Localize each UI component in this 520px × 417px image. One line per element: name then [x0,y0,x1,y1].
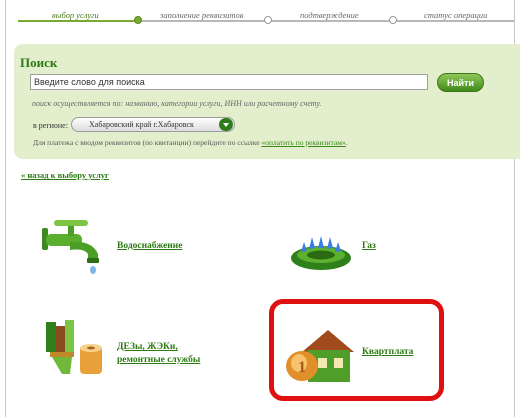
step-dot-3 [389,16,397,24]
region-select[interactable]: Хабаровский край г.Хабаровск [71,117,235,132]
requisites-hint-end: . [345,138,348,147]
service-dez-label-line2: ремонтные службы [117,355,201,365]
chevron-down-icon[interactable] [219,118,233,131]
step-label-select-service: выбор услуги [52,10,99,20]
requisites-hint-text: Для платежа с вводом реквизитов (по квит… [33,138,260,147]
back-to-services-link[interactable]: « назад к выбору услуг [21,170,109,180]
search-title: Поиск [20,55,58,70]
repair-tools-icon[interactable] [42,316,108,378]
steps-line-active [18,20,138,22]
faucet-icon[interactable] [40,218,112,278]
service-water-link[interactable]: Водоснабжение [117,240,182,253]
search-button[interactable]: Найти [437,73,484,92]
progress-steps: выбор услуги заполнение реквизитов подтв… [0,0,520,28]
search-input[interactable] [30,74,428,90]
step-dot-2 [264,16,272,24]
service-gas-link[interactable]: Газ [362,240,376,253]
pay-by-requisites-link[interactable]: «оплатить по реквизитам» [261,138,345,147]
region-select-value: Хабаровский край г.Хабаровск [89,120,194,129]
highlight-frame [269,299,444,401]
gas-burner-icon[interactable] [288,234,354,274]
step-label-confirm: подтверждение [300,10,359,20]
frame-left-border [5,0,6,417]
step-label-status: статус операции [424,10,488,20]
step-label-fill-details: заполнение реквизитов [160,10,244,20]
requisites-hint: Для платежа с вводом реквизитов (по квит… [33,138,348,147]
step-dot-1 [134,16,142,24]
search-hint: поиск осуществляется по: названию, катег… [32,99,322,108]
service-dez-label-line1: ДЕЗы, ЖЭКи, [117,342,178,352]
region-label: в регионе: [33,121,68,130]
service-dez-link[interactable]: ДЕЗы, ЖЭКи, ремонтные службы [117,341,200,367]
